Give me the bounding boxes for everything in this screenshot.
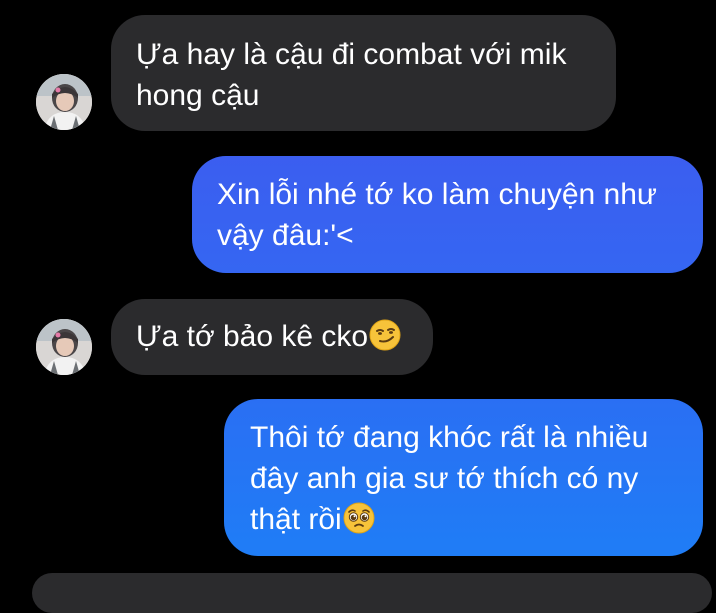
avatar-photo-icon <box>36 319 92 375</box>
incoming-message-bubble[interactable]: Ựa tớ bảo kê cko <box>111 299 433 375</box>
chat-thread: Ựa hay là cậu đi combat với mik hong cậu… <box>0 0 716 613</box>
message-text-line: Ựa hay là cậu đi combat với mik <box>136 38 567 71</box>
message-text-line: thật rồi <box>250 499 703 540</box>
message-text-line: Xin lỗi nhé tớ ko làm chuyện như <box>217 178 657 211</box>
message-text-line: Thôi tớ đang khóc rất là nhiều <box>250 421 649 454</box>
avatar-photo-icon <box>36 74 92 130</box>
message-text-line: đây anh gia sư tớ thích có ny <box>250 462 639 495</box>
pleading-face-icon <box>343 502 375 534</box>
contact-avatar[interactable] <box>36 74 92 130</box>
outgoing-message-bubble[interactable]: Thôi tớ đang khóc rất là nhiều đây anh g… <box>224 399 703 556</box>
message-text-line: vậy đâu:'< <box>217 219 354 252</box>
incoming-message-bubble-partial[interactable] <box>32 573 712 613</box>
contact-avatar[interactable] <box>36 319 92 375</box>
smirking-face-icon <box>369 319 401 351</box>
message-text-line: hong cậu <box>136 79 260 112</box>
message-text-line: Ựa tớ bảo kê cko <box>136 316 433 357</box>
outgoing-message-bubble[interactable]: Xin lỗi nhé tớ ko làm chuyện như vậy đâu… <box>192 156 703 273</box>
incoming-message-bubble[interactable]: Ựa hay là cậu đi combat với mik hong cậu <box>111 15 616 131</box>
